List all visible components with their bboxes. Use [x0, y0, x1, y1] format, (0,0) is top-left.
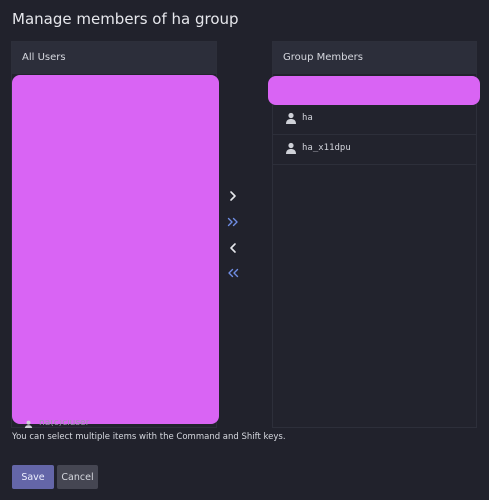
- all-users-partial-item-label: ha(c)ciuser: [39, 420, 90, 428]
- add-all-button[interactable]: [225, 214, 241, 230]
- group-member-label: ha: [302, 113, 313, 123]
- double-chevron-left-icon: [228, 268, 239, 278]
- multi-select-help-text: You can select multiple items with the C…: [12, 432, 286, 442]
- user-icon: [285, 112, 297, 124]
- chevron-right-icon: [230, 191, 236, 201]
- user-icon: [24, 420, 33, 428]
- all-users-header: All Users: [12, 42, 216, 74]
- remove-all-button[interactable]: [225, 265, 241, 281]
- cancel-button[interactable]: Cancel: [57, 465, 98, 489]
- group-member-item[interactable]: ha_x11dpu: [273, 135, 476, 165]
- user-icon: [285, 142, 297, 154]
- add-selected-button[interactable]: [225, 188, 241, 204]
- remove-selected-button[interactable]: [225, 240, 241, 256]
- manage-members-dialog: Manage members of ha group All Users ha(…: [0, 0, 489, 500]
- all-users-list-redacted[interactable]: [12, 75, 219, 424]
- group-members-header: Group Members: [273, 42, 476, 74]
- double-chevron-right-icon: [227, 217, 238, 227]
- chevron-left-icon: [230, 243, 236, 253]
- group-member-item[interactable]: ha: [273, 105, 476, 135]
- group-member-label: ha_x11dpu: [302, 143, 351, 153]
- all-users-partial-item[interactable]: ha(c)ciuser: [24, 420, 114, 428]
- dialog-title: Manage members of ha group: [12, 10, 239, 28]
- group-members-redacted-item[interactable]: [268, 76, 480, 105]
- save-button[interactable]: Save: [12, 465, 54, 489]
